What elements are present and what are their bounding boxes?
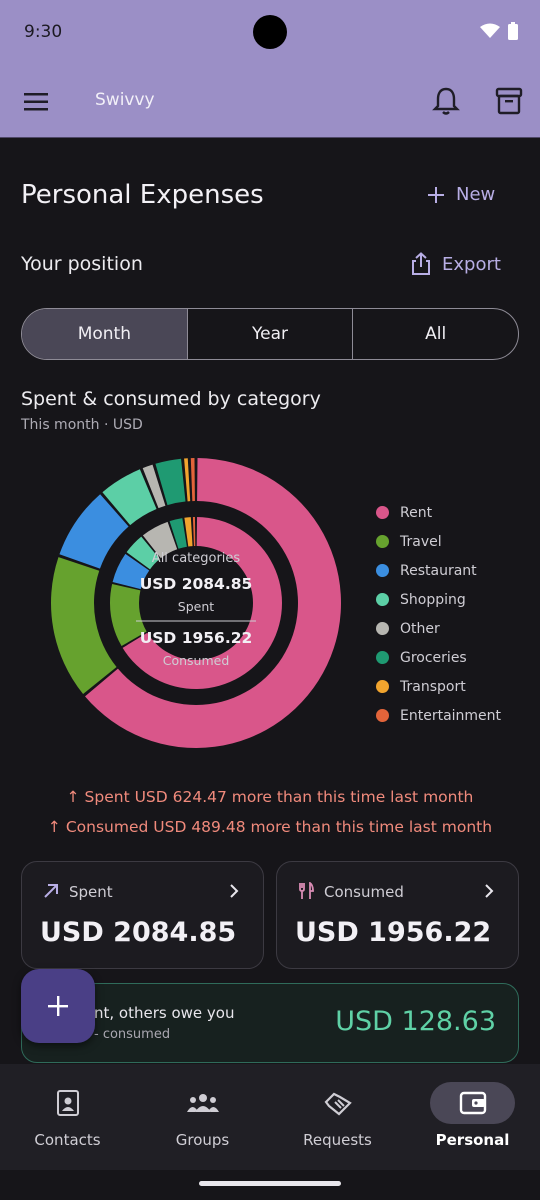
- share-icon: [412, 252, 430, 275]
- legend-label: Rent: [400, 504, 433, 521]
- center-title: All categories: [152, 551, 241, 566]
- position-title: Your position: [21, 253, 143, 275]
- legend-dot: [376, 651, 389, 664]
- chevron-right-icon: [230, 884, 239, 898]
- camera-cutout: [253, 15, 287, 49]
- export-button-label: Export: [442, 253, 501, 275]
- legend-label: Groceries: [400, 649, 467, 666]
- wallet-icon: [459, 1091, 486, 1115]
- center-consumed-label: Consumed: [163, 653, 230, 668]
- legend-item-transport: Transport: [376, 672, 501, 701]
- add-fab[interactable]: [21, 969, 95, 1043]
- legend-item-rent: Rent: [376, 498, 501, 527]
- nav-personal-label: Personal: [435, 1131, 510, 1149]
- arrow-up-right-icon: [44, 884, 58, 898]
- chart-section-title: Spent & consumed by category: [21, 388, 321, 410]
- legend-dot: [376, 564, 389, 577]
- legend-item-other: Other: [376, 614, 501, 643]
- plus-icon: [48, 996, 68, 1016]
- category-donut-chart[interactable]: All categories USD 2084.85 Spent USD 195…: [45, 458, 350, 763]
- app-title: Swivvy: [95, 90, 155, 110]
- status-icons: [480, 22, 518, 40]
- center-spent-amount: USD 2084.85: [140, 575, 253, 593]
- balance-card-subtitle: - consumed: [94, 1027, 171, 1042]
- nav-requests-indicator: [295, 1082, 380, 1124]
- contact-icon: [56, 1090, 79, 1116]
- consumed-comparison-text: Consumed USD 489.48 more than this time …: [65, 818, 493, 836]
- consumed-comparison: ↑ Consumed USD 489.48 more than this tim…: [47, 818, 493, 836]
- legend-dot: [376, 680, 389, 693]
- app-bar: Swivvy: [0, 66, 540, 138]
- chevron-right-icon: [485, 884, 494, 898]
- spent-comparison: ↑ Spent USD 624.47 more than this time l…: [66, 788, 474, 806]
- outer-slice-travel[interactable]: [50, 557, 117, 694]
- balance-card[interactable]: nt, others owe you - consumed USD 128.63: [21, 983, 519, 1063]
- legend-item-entertainment: Entertainment: [376, 701, 501, 730]
- page-title: Personal Expenses: [21, 180, 264, 210]
- export-button[interactable]: Export: [410, 252, 501, 276]
- outer-slice-transport[interactable]: [184, 458, 191, 502]
- legend-label: Travel: [400, 533, 442, 550]
- legend-label: Shopping: [400, 591, 466, 608]
- new-button-label: New: [456, 184, 496, 205]
- inner-slice-entertainment[interactable]: [192, 517, 196, 547]
- legend-item-groceries: Groceries: [376, 643, 501, 672]
- nav-requests[interactable]: Requests: [270, 1064, 405, 1170]
- segment-month[interactable]: Month: [22, 309, 188, 359]
- status-bar: 9:30: [0, 0, 540, 66]
- legend-label: Transport: [400, 678, 466, 695]
- legend-item-restaurant: Restaurant: [376, 556, 501, 585]
- fork-knife-icon: [299, 882, 314, 899]
- nav-groups[interactable]: Groups: [135, 1064, 270, 1170]
- handshake-icon: [324, 1092, 352, 1116]
- main-content: Personal Expenses New Your position Expo…: [0, 138, 540, 1064]
- nav-contacts[interactable]: Contacts: [0, 1064, 135, 1170]
- wifi-icon: [480, 23, 500, 38]
- spent-card[interactable]: Spent USD 2084.85: [21, 861, 264, 969]
- legend-item-travel: Travel: [376, 527, 501, 556]
- chart-section-subtitle: This month · USD: [21, 417, 143, 433]
- chart-legend: Rent Travel Restaurant Shopping Other Groceri…: [376, 498, 501, 730]
- status-time: 9:30: [24, 22, 63, 42]
- nav-personal-indicator: [430, 1082, 515, 1124]
- legend-dot: [376, 535, 389, 548]
- legend-item-shopping: Shopping: [376, 585, 501, 614]
- notifications-icon[interactable]: [432, 86, 460, 116]
- center-spent-label: Spent: [178, 599, 214, 614]
- consumed-card-amount: USD 1956.22: [295, 917, 492, 948]
- balance-card-amount: USD 128.63: [335, 1006, 496, 1037]
- legend-dot: [376, 506, 389, 519]
- outer-slice-entertainment[interactable]: [190, 458, 195, 502]
- nav-contacts-indicator: [25, 1082, 110, 1124]
- period-selector: Month Year All: [21, 308, 519, 360]
- new-button[interactable]: New: [428, 184, 495, 205]
- balance-card-title: nt, others owe you: [94, 1004, 235, 1022]
- consumed-card-label: Consumed: [324, 883, 404, 901]
- legend-label: Other: [400, 620, 440, 637]
- consumed-card[interactable]: Consumed USD 1956.22: [276, 861, 519, 969]
- archive-icon[interactable]: [494, 86, 524, 116]
- legend-dot: [376, 622, 389, 635]
- legend-label: Restaurant: [400, 562, 477, 579]
- nav-personal[interactable]: Personal: [405, 1064, 540, 1170]
- groups-icon: [186, 1094, 219, 1112]
- battery-icon: [508, 22, 518, 40]
- spent-comparison-text: Spent USD 624.47 more than this time las…: [84, 788, 474, 806]
- center-consumed-amount: USD 1956.22: [140, 629, 253, 647]
- spent-card-amount: USD 2084.85: [40, 917, 237, 948]
- bottom-navigation: Contacts Groups Requests Personal: [0, 1064, 540, 1170]
- menu-icon[interactable]: [22, 90, 52, 114]
- segment-all[interactable]: All: [353, 309, 518, 359]
- legend-dot: [376, 709, 389, 722]
- nav-requests-label: Requests: [303, 1131, 372, 1149]
- legend-label: Entertainment: [400, 707, 502, 724]
- nav-groups-indicator: [160, 1082, 245, 1124]
- plus-icon: [428, 186, 444, 203]
- legend-dot: [376, 593, 389, 606]
- segment-year[interactable]: Year: [188, 309, 354, 359]
- nav-groups-label: Groups: [175, 1131, 230, 1149]
- nav-contacts-label: Contacts: [34, 1131, 101, 1149]
- gesture-bar[interactable]: [199, 1181, 341, 1186]
- spent-card-label: Spent: [69, 883, 113, 901]
